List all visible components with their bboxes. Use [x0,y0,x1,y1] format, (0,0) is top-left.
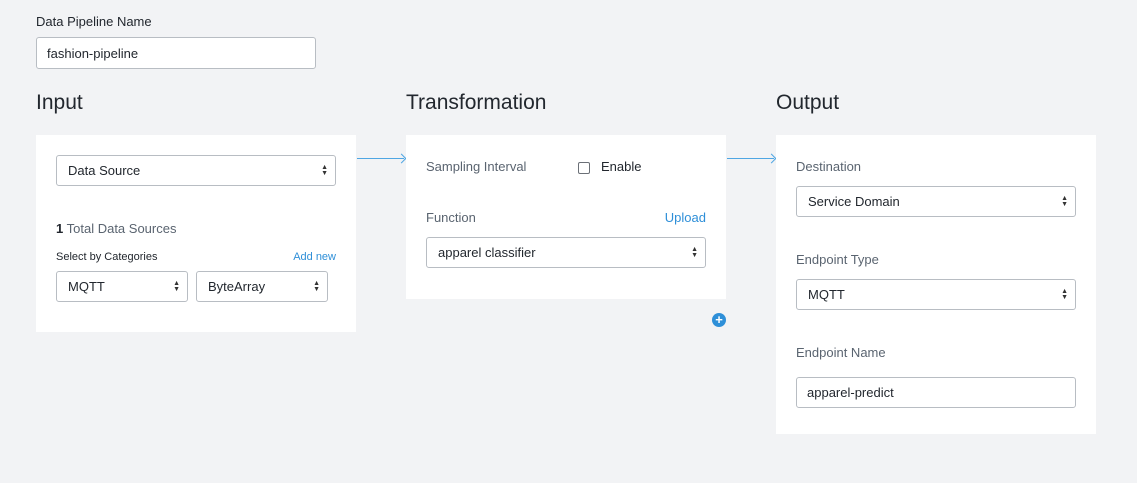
add-new-link[interactable]: Add new [293,251,336,263]
enable-label: Enable [601,159,642,174]
select-by-categories-label: Select by Categories [56,251,158,263]
total-data-sources: 1 Total Data Sources [56,221,176,236]
select-caret-icon: ▲ ▼ [691,245,698,259]
destination-select[interactable]: Service Domain ▲ ▼ [796,186,1076,217]
total-data-sources-count: 1 [56,221,64,236]
data-source-select-value: Data Source [68,163,141,178]
pipeline-name-input[interactable]: fashion-pipeline [36,37,316,69]
total-data-sources-label: Total Data Sources [66,221,177,236]
output-title: Output [776,91,840,114]
plus-icon[interactable]: + [712,313,726,327]
transformation-title: Transformation [406,91,547,114]
select-caret-icon: ▲ ▼ [1061,287,1068,301]
category-select-protocol[interactable]: MQTT ▲ ▼ [56,271,188,302]
function-select-value: apparel classifier [438,245,536,260]
pipeline-name-label: Data Pipeline Name [36,14,152,29]
endpoint-type-select-value: MQTT [808,287,845,302]
endpoint-name-input[interactable]: apparel-predict [796,377,1076,408]
destination-select-value: Service Domain [808,194,900,209]
endpoint-type-label: Endpoint Type [796,252,879,267]
flow-arrow-icon [357,158,404,159]
data-source-select[interactable]: Data Source ▲ ▼ [56,155,336,186]
endpoint-name-label: Endpoint Name [796,345,886,360]
transformation-card: Sampling Interval Enable Function Upload… [406,135,726,299]
input-title: Input [36,91,83,114]
upload-link[interactable]: Upload [665,210,706,225]
input-card: Data Source ▲ ▼ 1 Total Data Sources Sele… [36,135,356,332]
category-select-type-value: ByteArray [208,279,266,294]
flow-arrow-icon [727,158,774,159]
pipeline-editor: Data Pipeline Name fashion-pipeline Inpu… [0,0,1137,483]
destination-label: Destination [796,159,862,174]
enable-checkbox[interactable] [578,162,590,174]
sampling-interval-label: Sampling Interval [426,159,527,174]
select-caret-icon: ▲ ▼ [1061,194,1068,208]
category-select-type[interactable]: ByteArray ▲ ▼ [196,271,328,302]
function-select[interactable]: apparel classifier ▲ ▼ [426,237,706,268]
endpoint-type-select[interactable]: MQTT ▲ ▼ [796,279,1076,310]
function-label: Function [426,210,476,225]
select-caret-icon: ▲ ▼ [173,279,180,293]
select-caret-icon: ▲ ▼ [321,163,328,177]
select-caret-icon: ▲ ▼ [313,279,320,293]
category-select-protocol-value: MQTT [68,279,105,294]
output-card: Destination Service Domain ▲ ▼ Endpoint T… [776,135,1096,434]
